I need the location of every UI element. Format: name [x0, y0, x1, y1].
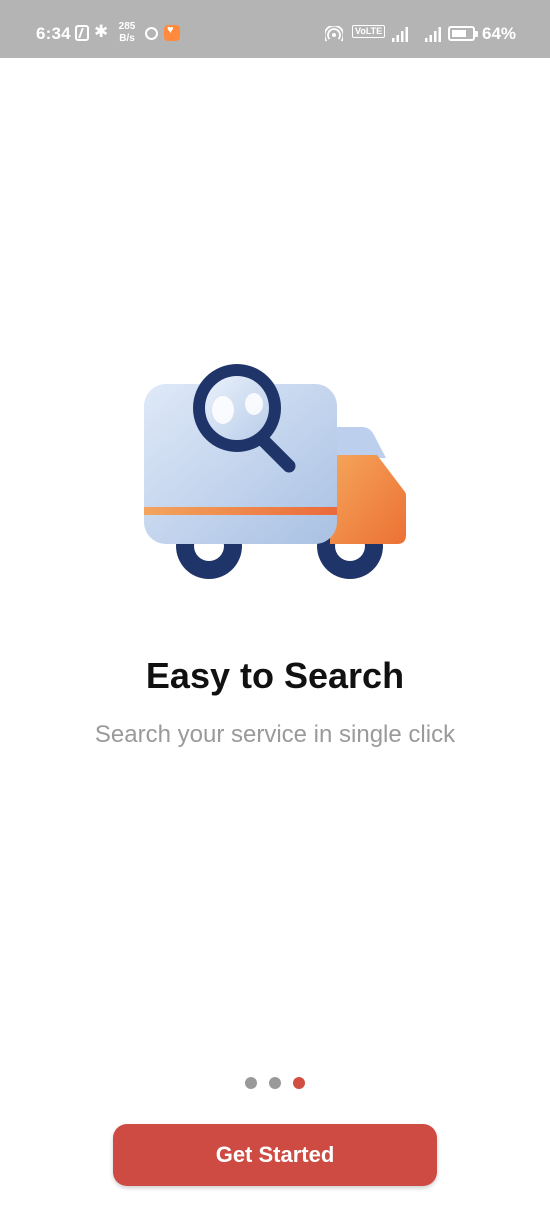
get-started-button[interactable]: Get Started	[113, 1124, 437, 1186]
battery-icon	[448, 26, 478, 41]
app-notification-icon	[145, 27, 158, 40]
hotspot-icon	[325, 26, 343, 42]
volte-icon: VoLTE	[352, 25, 386, 38]
truck-stripe	[144, 507, 337, 515]
app-notification-icon	[164, 24, 180, 41]
bluetooth-icon: ✱	[94, 22, 109, 41]
battery-percent: 64%	[482, 24, 517, 43]
signal-icon	[425, 27, 441, 42]
page-indicator	[0, 1077, 550, 1091]
network-speed: 285 B/s	[115, 21, 139, 45]
onboarding-title: Easy to Search	[145, 655, 405, 696]
truck-cab-window	[330, 427, 386, 458]
network-speed-unit: B/s	[119, 33, 135, 44]
page-dot-1[interactable]	[245, 1077, 257, 1089]
status-bar: 6:34 ✱ 285 B/s VoLTE 64%	[0, 0, 550, 58]
onboarding-subtitle: Search your service in single click	[94, 721, 456, 748]
status-time: 6:34	[36, 24, 71, 43]
page-dot-3[interactable]	[293, 1077, 305, 1089]
page-dot-2[interactable]	[269, 1077, 281, 1089]
network-speed-value: 285	[118, 21, 136, 32]
signal-icon	[392, 27, 408, 42]
nfc-icon	[75, 25, 89, 41]
truck-cab	[330, 455, 406, 544]
delivery-truck-search-illustration	[144, 364, 406, 579]
